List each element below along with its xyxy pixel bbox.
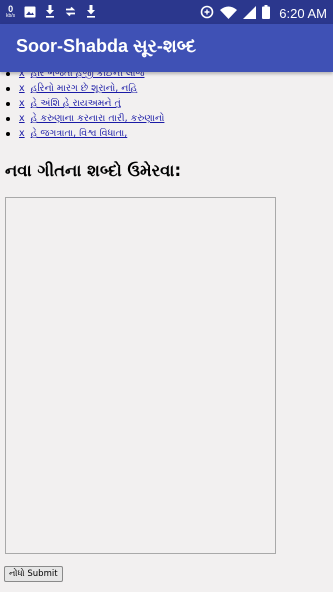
delete-song-link[interactable]: x: [19, 128, 25, 139]
network-speed-unit: kb/s: [6, 12, 16, 19]
wifi-icon: [220, 4, 238, 23]
song-title-link[interactable]: હે કરુણાના કરનારા તારી, કરુણાનો: [31, 113, 165, 124]
app-title: Soor-Shabda સૂર-શબ્દ: [16, 36, 197, 56]
status-bar: 0 kb/s 6:20 AM: [0, 0, 333, 24]
bullet-icon: [6, 72, 10, 76]
app-bar: Soor-Shabda સૂર-શબ્દ: [0, 24, 333, 72]
network-speed-value: 0: [8, 3, 14, 14]
list-item: x હે કરુણાના કરનારા તારી, કરુણાનો: [6, 111, 164, 126]
bullet-icon: [6, 101, 10, 106]
list-item: x હે જગત્રાતા, વિશ્વ વિધાતા,: [6, 126, 164, 141]
delete-song-link[interactable]: x: [19, 83, 25, 94]
song-title-link[interactable]: હે અંશિ હે રાયઅમને તું: [31, 98, 121, 109]
battery-icon: [262, 4, 271, 23]
status-bar-left: 0 kb/s: [6, 3, 96, 22]
time-ampm: AM: [307, 6, 328, 21]
list-item: x હરિ ભજતાં હજી કોઈની લાજ: [6, 72, 164, 81]
delete-song-link[interactable]: x: [19, 113, 25, 124]
network-speed: 0 kb/s: [6, 3, 16, 20]
list-item: x હે અંશિ હે રાયઅમને તું: [6, 96, 164, 111]
bullet-icon: [6, 116, 10, 121]
song-title-link[interactable]: હરિનો મારગ છે શૂરાનો, નહિ: [31, 83, 138, 94]
delete-song-link[interactable]: x: [19, 72, 25, 79]
bullet-icon: [6, 86, 10, 91]
song-title-link[interactable]: હે જગત્રાતા, વિશ્વ વિધાતા,: [31, 128, 128, 139]
song-list: x હરિ ભજતાં હજી કોઈની લાજ x હરિનો મારગ છે શ…: [6, 72, 164, 141]
data-saver-icon: [200, 4, 214, 23]
submit-button[interactable]: નોંધો Submit: [4, 566, 63, 582]
signal-icon: [243, 4, 257, 23]
status-bar-right: 6:20 AM: [200, 4, 327, 23]
time-value: 6:20: [279, 6, 305, 21]
new-song-heading: નવા ગીતના શબ્દો ઉમેરવા:: [5, 161, 182, 180]
sync-icon: [64, 3, 77, 22]
new-song-lyrics-input[interactable]: [5, 197, 276, 554]
song-title-link[interactable]: હરિ ભજતાં હજી કોઈની લાજ: [31, 72, 145, 79]
bullet-icon: [6, 131, 10, 136]
status-time: 6:20 AM: [279, 6, 327, 21]
page-content: x હરિ ભજતાં હજી કોઈની લાજ x હરિનો મારગ છે શ…: [0, 72, 333, 592]
download-icon: [86, 3, 96, 22]
image-icon: [24, 3, 36, 22]
list-item: x હરિનો મારગ છે શૂરાનો, નહિ: [6, 81, 164, 96]
download-icon: [45, 3, 55, 22]
delete-song-link[interactable]: x: [19, 98, 25, 109]
